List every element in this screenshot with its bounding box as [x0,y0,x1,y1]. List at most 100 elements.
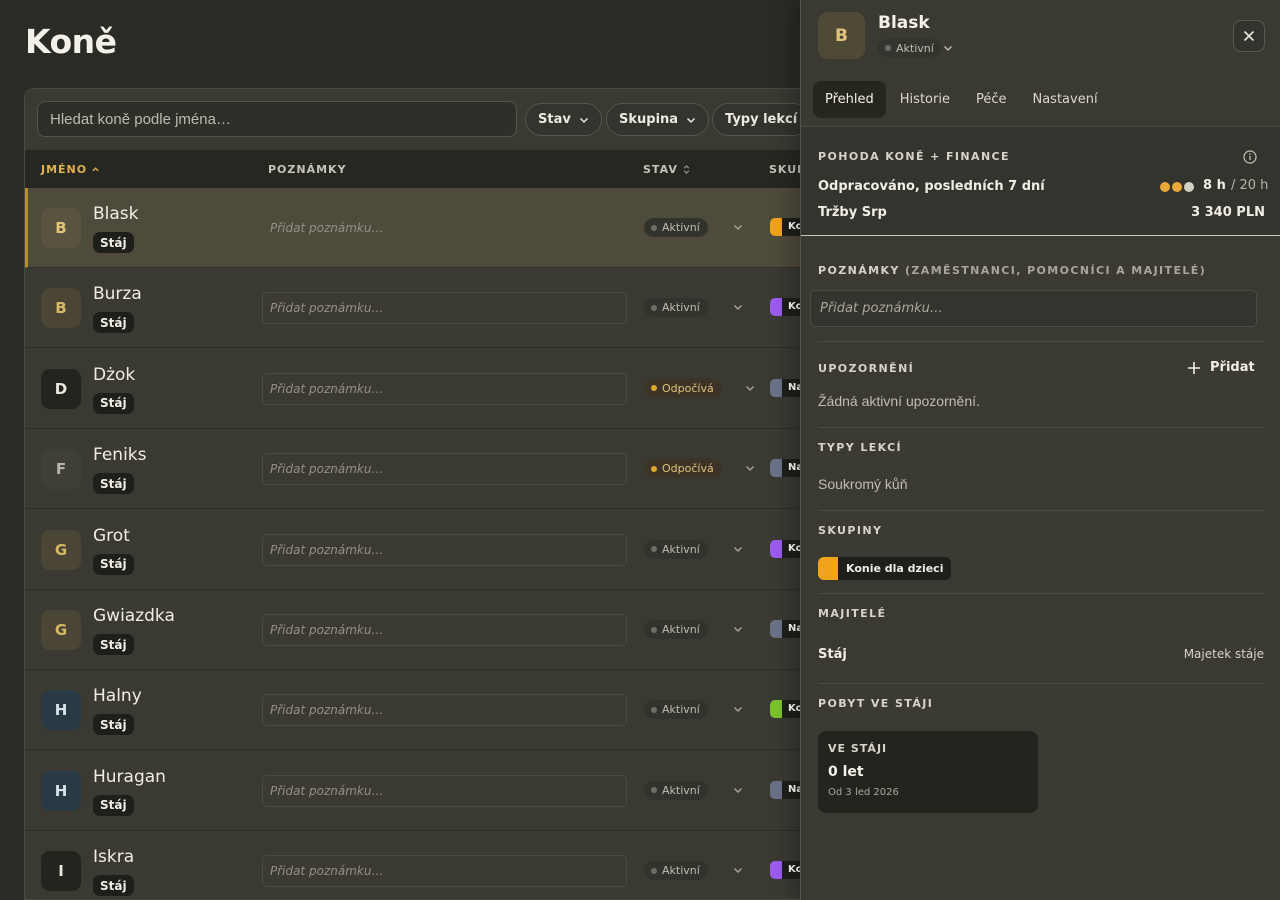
note-input[interactable] [262,212,627,244]
table-row[interactable]: H Halny Stáj Aktivní Ko [25,670,823,751]
table-row[interactable]: D Dżok Stáj Odpočívá Na [25,349,823,429]
notes-title: POZNÁMKY (ZAMĚSTNANCI, POMOCNÍCI A MAJIT… [818,264,1206,277]
divider [818,341,1265,342]
wellness-finance-section: POHODA KONĚ + FINANCE Odpracováno, posle… [801,127,1280,236]
chevron-down-icon[interactable] [733,624,743,634]
table-row[interactable]: H Huragan Stáj Aktivní Na [25,751,823,831]
chevron-down-icon[interactable] [733,302,743,312]
worked-label: Odpracováno, posledních 7 dní [818,179,1045,194]
status-dot [651,787,657,794]
note-input[interactable] [262,614,627,646]
status-dot [651,706,657,713]
add-alert-label: Přidat [1210,360,1255,375]
horse-name[interactable]: Burza [93,284,142,304]
tab-care[interactable]: Péče [964,81,1019,118]
alerts-title: UPOZORNĚNÍ [818,362,915,375]
chevron-down-icon[interactable] [943,43,953,53]
tab-settings[interactable]: Nastavení [1020,81,1109,118]
column-name[interactable]: JMÉNO [41,163,100,176]
groups-title: SKUPINY [818,524,883,537]
note-input[interactable] [262,774,627,807]
status-label: Odpočívá [662,462,714,476]
page-title: Koně [25,22,117,61]
filter-group[interactable]: Skupina [606,103,710,136]
stay-since: Od 3 led 2026 [828,787,899,798]
horse-name[interactable]: Dżok [93,365,135,385]
filter-status[interactable]: Stav [525,103,602,136]
status-badge[interactable]: Aktivní [644,861,708,881]
chevron-down-icon[interactable] [733,544,743,554]
note-input[interactable] [262,453,627,486]
table-body: B Blask Stáj Aktivní Ko B Burza Stáj Akt… [25,188,823,899]
panel-status-badge[interactable]: Aktivní [878,39,941,57]
note-input[interactable] [262,292,627,325]
group-color-swatch [818,557,838,580]
alerts-empty: Žádná aktivní upozornění. [818,393,980,409]
tab-history[interactable]: Historie [888,81,962,118]
status-badge[interactable]: Odpočívá [644,378,722,398]
horse-name[interactable]: Feniks [93,445,147,465]
status-badge[interactable]: Aktivní [644,218,708,237]
status-dot [885,45,891,51]
horse-detail-panel: B Blask Aktivní Přehled Historie Péče Na… [800,0,1280,900]
horse-name[interactable]: Halny [93,686,142,706]
stay-card: VE STÁJI 0 let Od 3 led 2026 [818,731,1038,813]
avatar: G [41,610,81,650]
info-icon[interactable] [1243,150,1257,164]
status-badge[interactable]: Aktivní [644,298,708,318]
note-input[interactable] [262,694,627,727]
status-label: Odpočívá [662,381,714,395]
table-row[interactable]: F Feniks Stáj Odpočívá Na [25,429,823,510]
status-dot [651,546,657,553]
chevron-down-icon[interactable] [733,222,743,232]
stable-tag: Stáj [93,553,134,575]
table-row[interactable]: G Gwiazdka Stáj Aktivní Na [25,590,823,670]
tab-overview[interactable]: Přehled [813,81,886,118]
horses-table: Stav Skupina Typy lekcí JMÉNO POZNÁMKY S… [24,88,824,900]
stay-title: POBYT VE STÁJI [818,697,934,710]
owner-type: Majetek stáje [1183,647,1264,661]
table-row[interactable]: B Burza Stáj Aktivní Ko [25,268,823,349]
horse-name[interactable]: Iskra [93,847,134,867]
column-status[interactable]: STAV [643,163,691,176]
chevron-down-icon[interactable] [733,865,743,875]
horse-name[interactable]: Blask [93,204,139,224]
status-badge[interactable]: Aktivní [644,700,708,720]
note-input[interactable] [262,372,627,405]
horse-name[interactable]: Huragan [93,767,166,787]
panel-note-input[interactable] [810,290,1257,327]
avatar: G [41,529,81,570]
chevron-down-icon[interactable] [745,383,755,393]
note-input[interactable] [262,533,627,566]
chevron-down-icon[interactable] [733,785,743,795]
search-input[interactable] [37,101,517,137]
status-badge[interactable]: Odpočívá [644,459,722,479]
divider [818,427,1265,428]
filter-lesson-types-label: Typy lekcí [725,112,798,127]
status-badge[interactable]: Aktivní [644,780,708,800]
status-dot [651,224,657,231]
status-label: Aktivní [662,542,700,556]
chevron-down-icon [687,117,696,123]
table-row[interactable]: G Grot Stáj Aktivní Ko [25,510,823,590]
stable-tag: Stáj [93,634,134,655]
group-chip[interactable]: Konie dla dzieci [838,557,952,580]
add-alert-button[interactable]: Přidat [1187,360,1255,375]
chevron-down-icon[interactable] [733,704,743,714]
column-notes-label: POZNÁMKY [268,163,347,176]
status-badge[interactable]: Aktivní [644,539,708,559]
filter-lesson-types[interactable]: Typy lekcí [712,103,811,136]
note-input[interactable] [262,855,627,888]
horse-name[interactable]: Gwiazdka [93,606,175,626]
filter-group-label: Skupina [619,112,679,127]
status-dot [651,465,657,472]
close-button[interactable] [1233,20,1265,52]
workload-dot [1172,182,1182,192]
sort-asc-icon [92,167,99,172]
horse-name[interactable]: Grot [93,526,130,546]
table-row[interactable]: I Iskra Stáj Aktivní Ko [25,831,823,899]
chevron-down-icon[interactable] [745,463,755,473]
status-badge[interactable]: Aktivní [644,620,708,639]
table-row[interactable]: B Blask Stáj Aktivní Ko [25,188,823,268]
status-label: Aktivní [662,221,700,234]
